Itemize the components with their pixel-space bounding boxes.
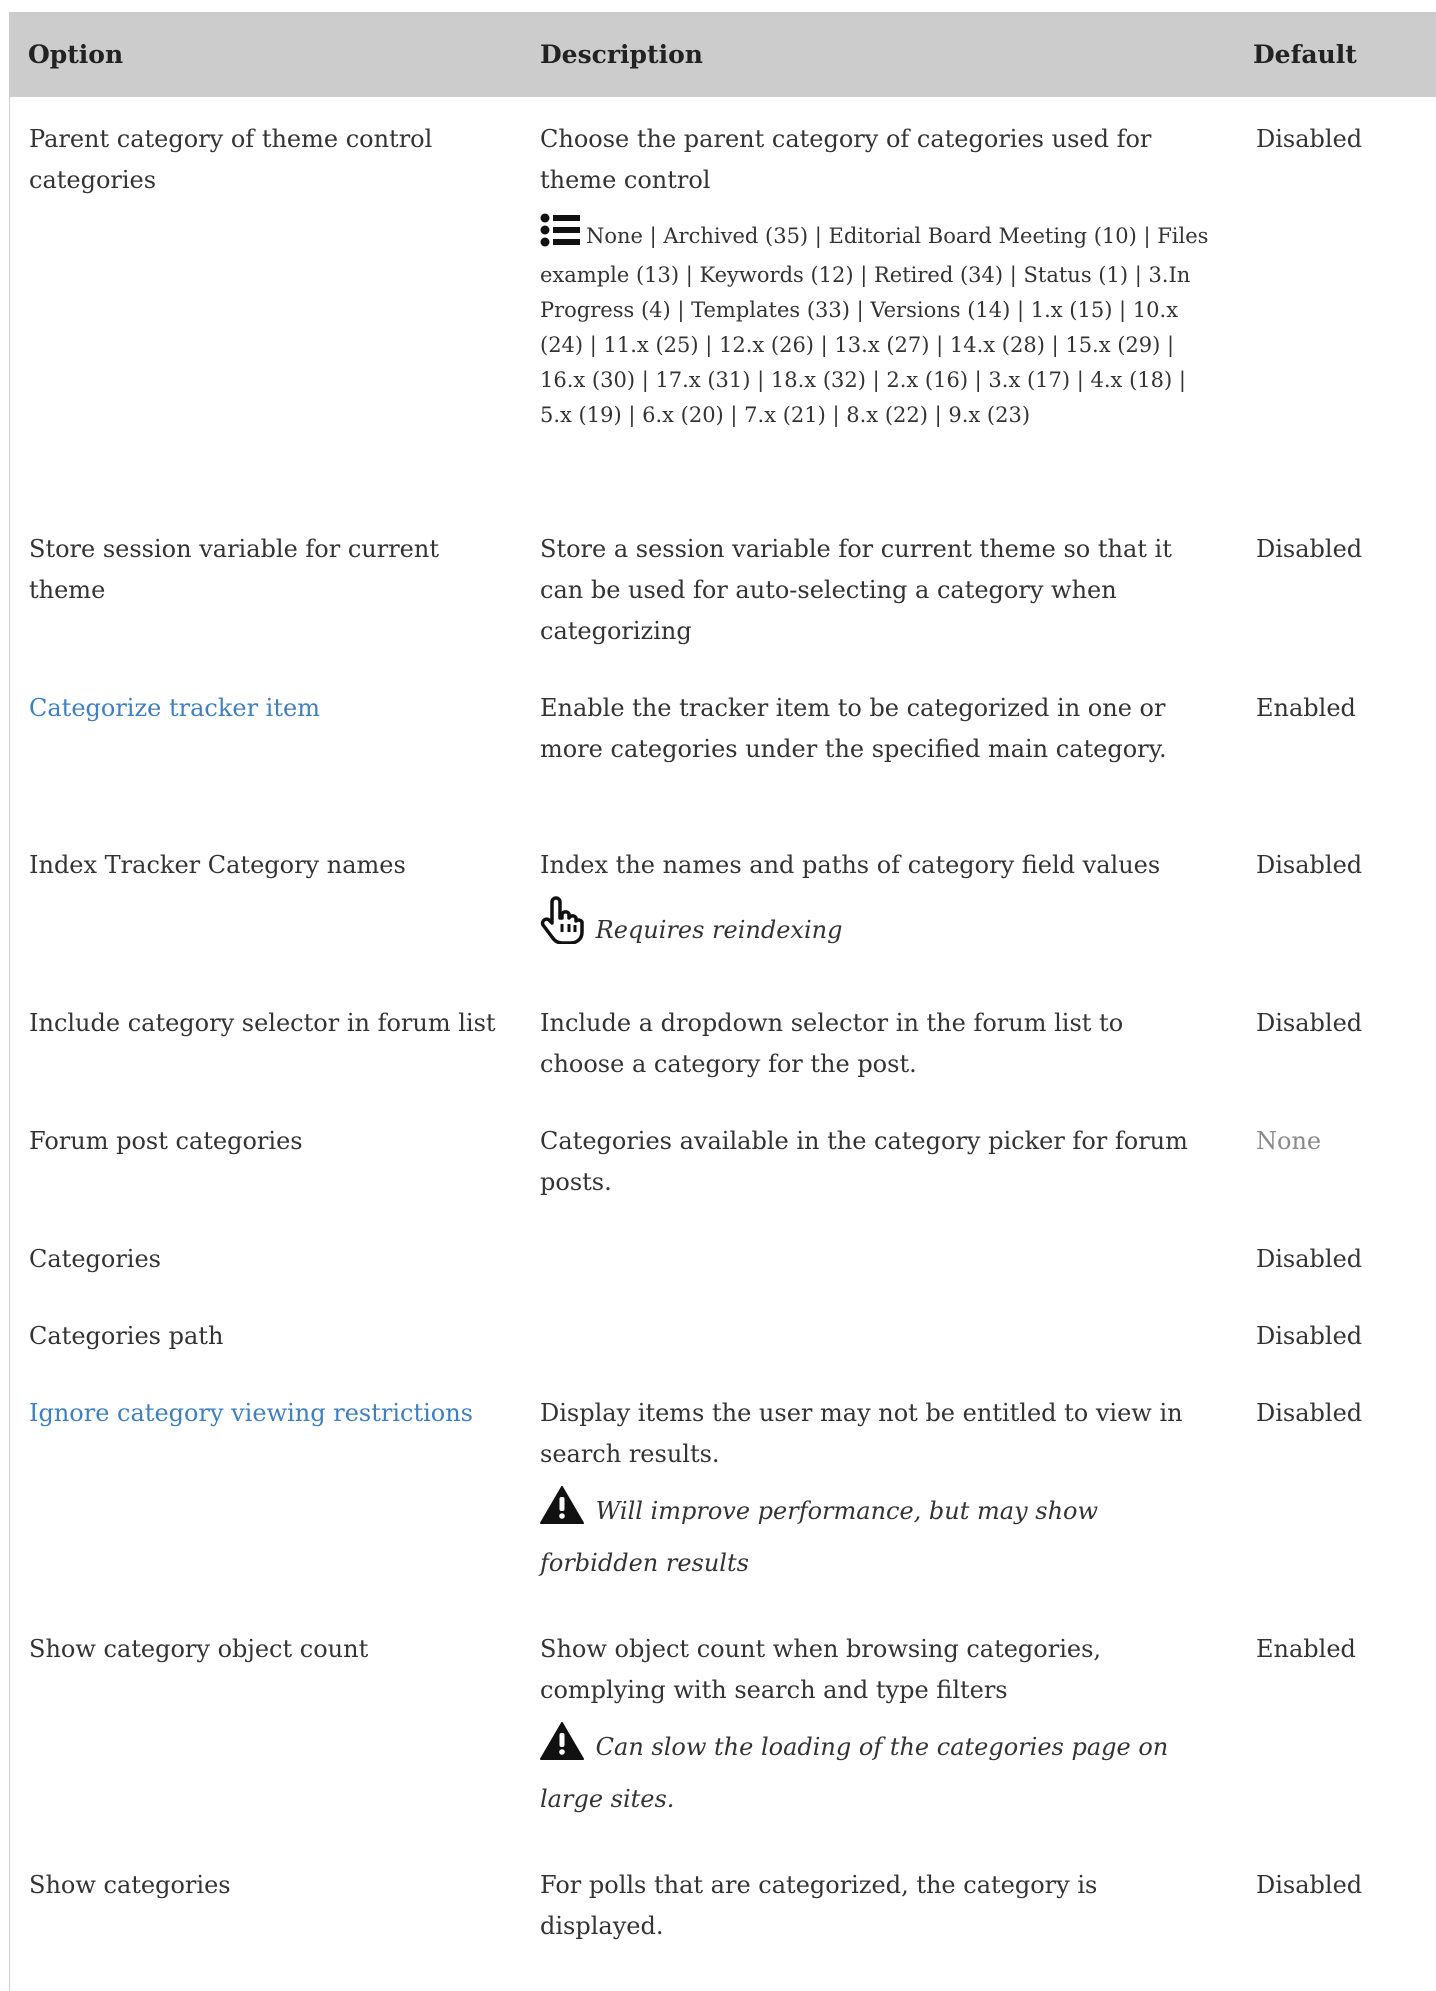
- default-cell: Disabled: [1256, 851, 1363, 879]
- table-row: Parent category of theme control categor…: [9, 97, 1436, 507]
- table-header-row: Option Description Default: [9, 12, 1436, 97]
- option-cell: Ignore category viewing restrictions: [9, 1371, 521, 1607]
- warning-icon: [540, 1486, 596, 1525]
- option-cell: Show categories: [29, 1871, 231, 1899]
- table-row: Ignore category viewing restrictions Dis…: [9, 1371, 1436, 1607]
- default-cell: Disabled: [1256, 1871, 1363, 1899]
- default-cell: None: [1256, 1127, 1322, 1155]
- header-default: Default: [1253, 40, 1357, 69]
- option-cell: Forum post categories: [29, 1127, 303, 1155]
- category-list-text: None | Archived (35) | Editorial Board M…: [540, 224, 1209, 427]
- table-row: Categorize tracker item Enable the track…: [9, 666, 1436, 823]
- note: Will improve performance, but may show f…: [540, 1485, 1215, 1589]
- description-cell: Include a dropdown selector in the forum…: [540, 1009, 1124, 1078]
- default-cell: Disabled: [1256, 125, 1363, 153]
- table-row: Show categories For polls that are categ…: [9, 1843, 1436, 1963]
- option-cell: Include category selector in forum list: [29, 1009, 496, 1037]
- default-cell: Disabled: [1256, 1245, 1363, 1273]
- description-cell: Enable the tracker item to be categorize…: [540, 694, 1167, 763]
- table-row: Include category selector in forum list …: [9, 981, 1436, 1099]
- description-cell: Store a session variable for current the…: [540, 535, 1172, 645]
- description-cell: Display items the user may not be entitl…: [521, 1371, 1234, 1607]
- option-cell: Categorize tracker item: [9, 666, 521, 823]
- description-text: Display items the user may not be entitl…: [540, 1399, 1183, 1468]
- default-cell: Disabled: [1256, 1399, 1363, 1427]
- table-row: Index Tracker Category names Index the n…: [9, 823, 1436, 981]
- option-link-categorize-tracker-item[interactable]: Categorize tracker item: [29, 694, 320, 722]
- table-row: Show category object count Show object c…: [9, 1607, 1436, 1843]
- table-row: Store session variable for current theme…: [9, 507, 1436, 666]
- preferences-table: Option Description Default Parent catego…: [9, 12, 1436, 1963]
- header-option: Option: [28, 40, 124, 69]
- default-cell: Enabled: [1256, 694, 1356, 722]
- note: Can slow the loading of the categories p…: [540, 1721, 1215, 1825]
- description-text: Index the names and paths of category fi…: [540, 851, 1161, 879]
- option-cell: Show category object count: [29, 1635, 369, 1663]
- description-text: Choose the parent category of categories…: [540, 125, 1152, 194]
- description-cell: For polls that are categorized, the cate…: [540, 1871, 1098, 1940]
- description-cell: Index the names and paths of category fi…: [521, 823, 1234, 981]
- option-cell: Index Tracker Category names: [29, 851, 406, 879]
- default-cell: Disabled: [1256, 1009, 1363, 1037]
- table-row: Categories Disabled: [9, 1217, 1436, 1294]
- option-cell: Store session variable for current theme: [29, 535, 439, 604]
- option-cell: Categories: [29, 1245, 161, 1273]
- description-cell: [521, 1294, 1234, 1371]
- option-cell: Categories path: [29, 1322, 224, 1350]
- note-text: Will improve performance, but may show f…: [540, 1497, 1099, 1577]
- hand-pointer-icon: [540, 896, 596, 945]
- header-description: Description: [540, 40, 703, 69]
- default-cell: Enabled: [1256, 1635, 1356, 1663]
- option-link-ignore-category-viewing-restrictions[interactable]: Ignore category viewing restrictions: [29, 1399, 473, 1427]
- description-cell: Choose the parent category of categories…: [521, 97, 1234, 507]
- note: Requires reindexing: [540, 896, 1215, 956]
- list-icon: [540, 213, 580, 258]
- note-text: Can slow the loading of the categories p…: [540, 1733, 1169, 1813]
- default-cell: Disabled: [1256, 1322, 1363, 1350]
- description-cell: [521, 1217, 1234, 1294]
- table-row: Categories path Disabled: [9, 1294, 1436, 1371]
- option-cell: Parent category of theme control categor…: [29, 125, 433, 194]
- description-text: Show object count when browsing categori…: [540, 1635, 1102, 1704]
- description-cell: Categories available in the category pic…: [540, 1127, 1188, 1196]
- default-cell: Disabled: [1256, 535, 1363, 563]
- category-list: None | Archived (35) | Editorial Board M…: [540, 213, 1215, 433]
- warning-icon: [540, 1722, 596, 1761]
- note-text: Requires reindexing: [595, 916, 843, 944]
- description-cell: Show object count when browsing categori…: [521, 1607, 1234, 1843]
- table-row: Forum post categories Categories availab…: [9, 1099, 1436, 1217]
